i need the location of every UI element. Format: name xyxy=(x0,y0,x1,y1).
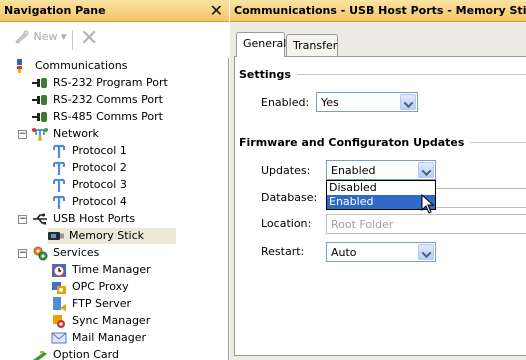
content-pane: Communications - USB Host Ports - Memory… xyxy=(230,0,526,360)
tree-item-rs485-comms-port[interactable]: RS-485 Comms Port xyxy=(32,109,165,125)
updates-select[interactable]: Enabled xyxy=(326,160,436,180)
chevron-down-icon[interactable] xyxy=(418,244,434,260)
tree-item-label: Sync Manager xyxy=(72,314,151,327)
delete-icon[interactable]: ✕ xyxy=(80,27,98,51)
collapse-toggle[interactable]: − xyxy=(18,249,27,258)
close-icon[interactable]: ✕ xyxy=(210,1,223,20)
dropdown-option-disabled[interactable]: Disabled xyxy=(327,181,435,195)
tree-item-communications[interactable]: Communications xyxy=(14,58,129,74)
database-label: Database: xyxy=(261,191,318,204)
new-button[interactable]: New ▾ xyxy=(14,30,67,44)
restart-select-value: Auto xyxy=(331,246,357,259)
tree-item-protocol-2[interactable]: Protocol 2 xyxy=(51,160,129,176)
tree-item-rs232-comms-port[interactable]: RS-232 Comms Port xyxy=(32,92,165,108)
tree-item-network[interactable]: Network xyxy=(32,126,101,142)
enabled-label: Enabled: xyxy=(261,96,310,109)
navigation-pane-header: Navigation Pane ✕ xyxy=(0,0,229,22)
services-icon xyxy=(32,245,48,261)
tree-item-sync-manager[interactable]: Sync Manager xyxy=(51,313,152,329)
enabled-select-value: Yes xyxy=(321,96,339,109)
protocol-icon xyxy=(51,194,67,210)
tree-item-label: Services xyxy=(53,246,100,259)
page-title: Communications - USB Host Ports - Memory… xyxy=(234,4,526,17)
tree-item-mail-manager[interactable]: Mail Manager xyxy=(51,330,148,346)
chevron-down-icon[interactable] xyxy=(400,94,416,110)
tree-item-label: Option Card xyxy=(53,348,119,360)
serial-port-icon xyxy=(32,109,48,125)
tree-item-label: Protocol 4 xyxy=(72,195,127,208)
firmware-section-title: Firmware and Configuraton Updates xyxy=(239,136,471,149)
location-field-value: Root Folder xyxy=(331,218,394,231)
navigation-pane-title: Navigation Pane xyxy=(4,4,106,17)
protocol-icon xyxy=(51,143,67,159)
collapse-toggle[interactable]: − xyxy=(18,130,27,139)
tree-item-label: Communications xyxy=(35,59,128,72)
mouse-cursor-icon xyxy=(421,194,435,214)
updates-select-value: Enabled xyxy=(331,164,376,177)
new-button-label: New xyxy=(33,30,58,43)
updates-label: Updates: xyxy=(261,164,311,177)
tab-general[interactable]: General xyxy=(236,32,286,57)
tree-item-opc-proxy[interactable]: OPC Proxy xyxy=(51,279,131,295)
usb-icon xyxy=(32,211,48,227)
tab-transfer[interactable]: Transfer xyxy=(286,34,338,56)
opc-icon xyxy=(51,279,67,295)
option-card-icon xyxy=(32,347,48,360)
tree-item-services[interactable]: Services xyxy=(32,245,101,261)
tree-item-protocol-4[interactable]: Protocol 4 xyxy=(51,194,129,210)
restart-label: Restart: xyxy=(261,245,305,258)
serial-port-icon xyxy=(32,75,48,91)
protocol-icon xyxy=(51,160,67,176)
mail-icon xyxy=(51,330,67,346)
chevron-down-icon: ▾ xyxy=(61,30,67,43)
tree-item-label: RS-485 Comms Port xyxy=(53,110,163,123)
tree-item-ftp-server[interactable]: FTP Server xyxy=(51,296,133,312)
navigation-pane: Navigation Pane ✕ New ▾ ✕ Communications xyxy=(0,0,229,360)
communications-icon xyxy=(14,58,30,74)
dropdown-option-enabled[interactable]: Enabled xyxy=(327,195,435,209)
tree-item-option-card[interactable]: Option Card xyxy=(32,347,121,360)
tree-item-label: RS-232 Comms Port xyxy=(53,93,163,106)
tree-item-label: OPC Proxy xyxy=(72,280,129,293)
content-header: Communications - USB Host Ports - Memory… xyxy=(230,0,526,22)
sync-icon xyxy=(51,313,67,329)
tree-item-label: Time Manager xyxy=(72,263,151,276)
clock-icon xyxy=(51,262,67,278)
location-label: Location: xyxy=(261,217,312,230)
tree-item-label: Protocol 3 xyxy=(72,178,127,191)
tree-item-label: Protocol 2 xyxy=(72,161,127,174)
serial-port-icon xyxy=(32,92,48,108)
tree-item-protocol-1[interactable]: Protocol 1 xyxy=(51,143,129,159)
settings-section-title: Settings xyxy=(239,68,297,81)
tree-item-memory-stick[interactable]: Memory Stick xyxy=(48,228,176,244)
tree-item-rs232-program-port[interactable]: RS-232 Program Port xyxy=(32,75,170,91)
tree-item-label: Mail Manager xyxy=(72,331,147,344)
enabled-select[interactable]: Yes xyxy=(316,92,418,112)
tree-item-time-manager[interactable]: Time Manager xyxy=(51,262,153,278)
ftp-icon xyxy=(51,296,67,312)
tree-item-label: USB Host Ports xyxy=(53,212,136,225)
tree-item-label: Memory Stick xyxy=(67,229,147,243)
chevron-down-icon[interactable] xyxy=(418,162,434,178)
new-item-icon xyxy=(15,30,29,44)
memory-stick-icon xyxy=(48,228,64,244)
tree-item-label: RS-232 Program Port xyxy=(53,76,168,89)
toolbar-divider xyxy=(72,30,73,50)
tree-item-protocol-3[interactable]: Protocol 3 xyxy=(51,177,129,193)
network-icon xyxy=(32,126,48,142)
tree-item-label: Protocol 1 xyxy=(72,144,127,157)
tree-item-usb-host-ports[interactable]: USB Host Ports xyxy=(32,211,137,227)
tree-item-label: FTP Server xyxy=(72,297,132,310)
collapse-toggle[interactable]: − xyxy=(18,215,27,224)
location-field[interactable]: Root Folder xyxy=(326,214,526,234)
protocol-icon xyxy=(51,177,67,193)
restart-select[interactable]: Auto xyxy=(326,242,436,262)
tree-item-label: Network xyxy=(53,127,99,140)
updates-dropdown-list: Disabled Enabled xyxy=(326,180,436,210)
navigation-toolbar: New ▾ ✕ xyxy=(0,22,229,58)
